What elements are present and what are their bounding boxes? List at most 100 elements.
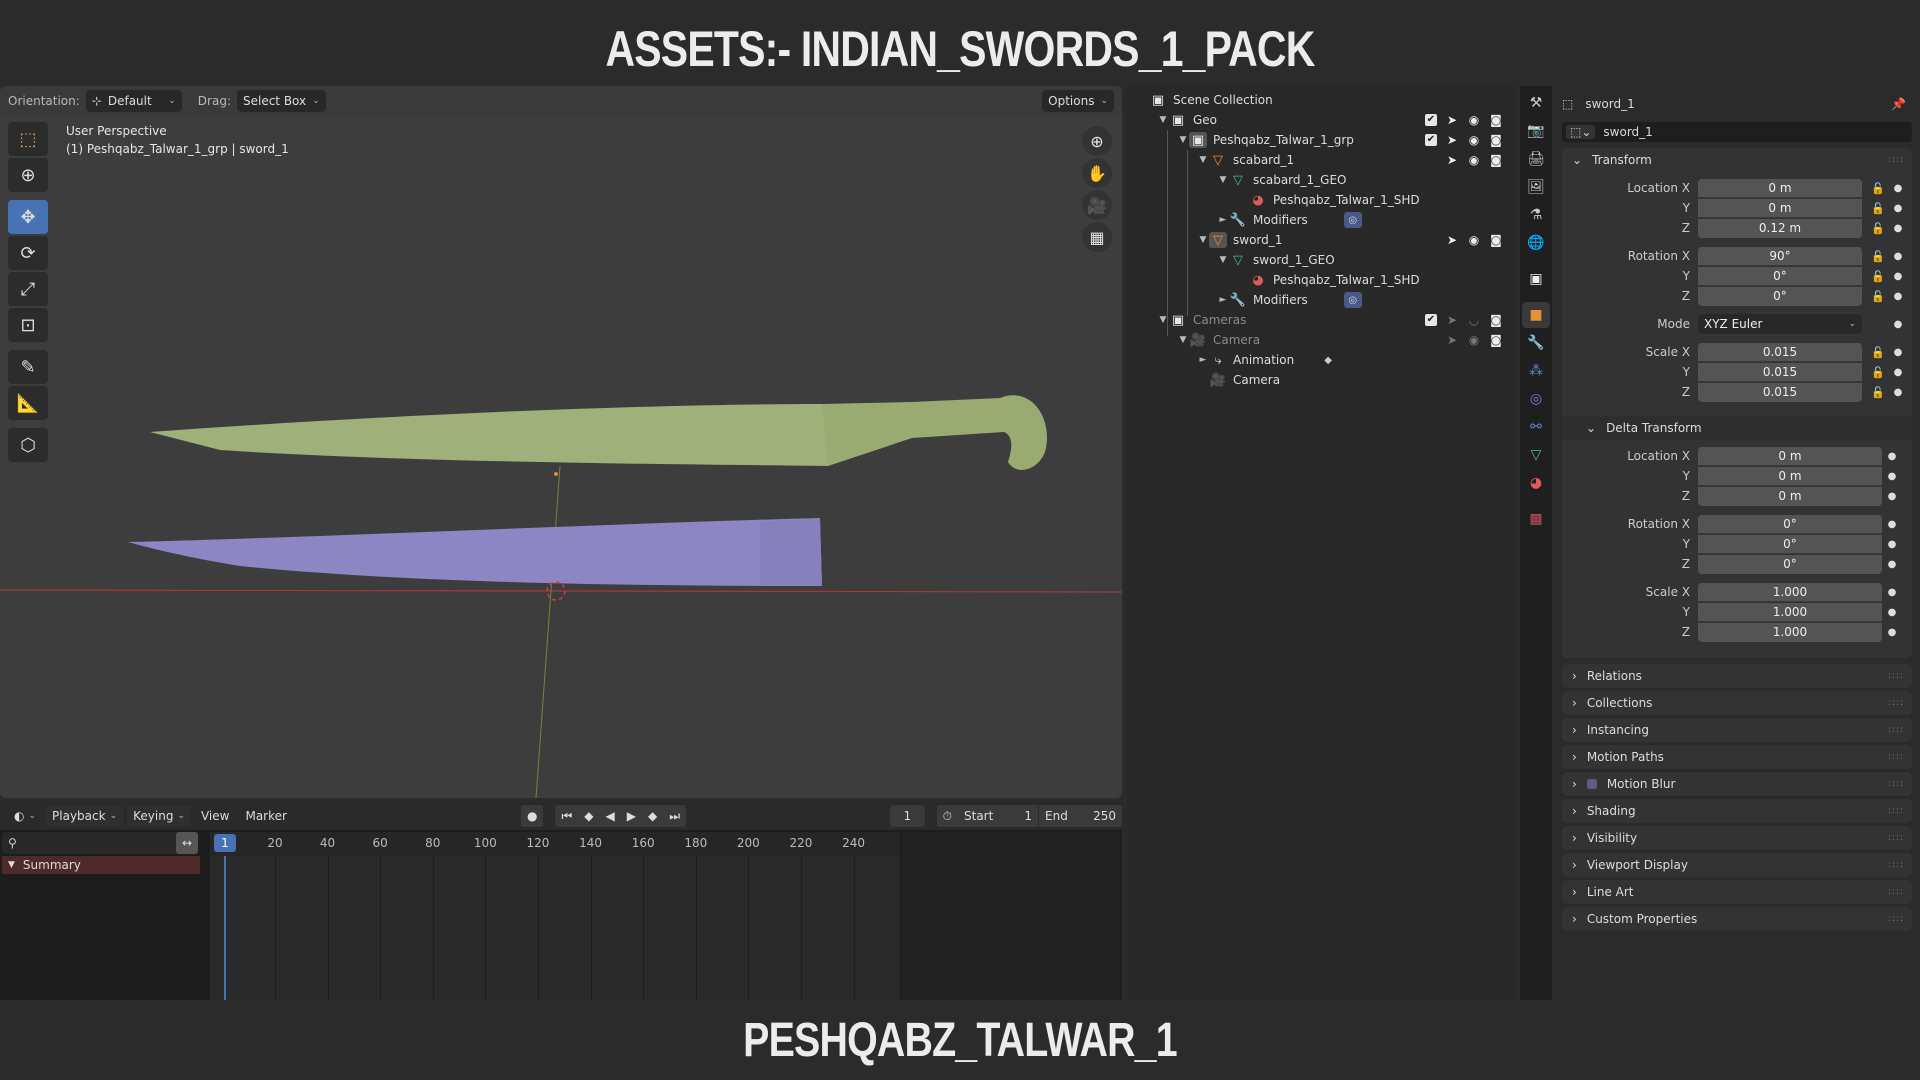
modifier-badge-icon[interactable]: ◎ — [1343, 212, 1362, 228]
properties-tab-output[interactable]: 🖨 — [1522, 146, 1550, 172]
keyframe-dot-icon[interactable]: ● — [1892, 223, 1904, 234]
render-toggle-icon[interactable]: ◙ — [1489, 333, 1503, 347]
render-toggle-icon[interactable]: ◙ — [1489, 133, 1503, 147]
outliner-row[interactable]: ▼ ▣ Peshqabz_Talwar_1_grp ✔ ➤ ◉ ◙ — [1127, 130, 1517, 150]
rotation-mode-dropdown[interactable]: XYZ Euler ⌄ — [1698, 314, 1862, 334]
properties-tab-particles[interactable]: ⁂ — [1522, 358, 1550, 384]
scale-y-field[interactable]: 1.000 — [1698, 602, 1882, 622]
drag-dropdown[interactable]: Select Box ⌄ — [236, 90, 326, 112]
outliner-row[interactable]: 🎥 Camera — [1127, 370, 1517, 390]
object-name-field[interactable]: ⬚⌄ sword_1 — [1562, 122, 1912, 142]
visibility-toggle-icon[interactable]: ◉ — [1467, 153, 1481, 167]
play-reverse-button[interactable]: ◀ — [599, 805, 621, 827]
start-frame-field[interactable]: Start 1 — [958, 805, 1038, 827]
drag-grip-icon[interactable]: :::: — [1888, 779, 1904, 789]
render-toggle-icon[interactable]: ◙ — [1489, 113, 1503, 127]
keyframe-dot-icon[interactable]: ● — [1892, 271, 1904, 282]
rotation-y-field[interactable]: 0° — [1698, 266, 1862, 286]
end-frame-field[interactable]: End 250 — [1038, 805, 1122, 827]
lock-icon[interactable]: 🔓 — [1868, 250, 1888, 263]
select-box-tool[interactable]: ⬚ — [8, 122, 48, 156]
play-button[interactable]: ▶ — [620, 805, 642, 827]
playback-menu[interactable]: Playback ⌄ — [46, 805, 124, 827]
visibility-toggle-icon[interactable]: ◡ — [1467, 313, 1481, 327]
panel-line-art[interactable]: › Line Art:::: — [1562, 880, 1912, 904]
panel-instancing[interactable]: › Instancing:::: — [1562, 718, 1912, 742]
delta-transform-header[interactable]: ⌄ Delta Transform — [1562, 416, 1912, 440]
drag-grip-icon[interactable]: :::: — [1888, 671, 1904, 681]
scale-x-field[interactable]: 1.000 — [1698, 582, 1882, 602]
options-dropdown[interactable]: Options ⌄ — [1042, 90, 1114, 112]
visibility-toggle-icon[interactable]: ◉ — [1467, 233, 1481, 247]
expand-right-icon[interactable]: ► — [1217, 295, 1229, 305]
outliner-row[interactable]: ◕ Peshqabz_Talwar_1_SHD — [1127, 190, 1517, 210]
playhead-frame-label[interactable]: 1 — [214, 834, 236, 852]
channel-search-input[interactable]: ⚲ — [2, 832, 198, 854]
keyframe-dot-icon[interactable]: ● — [1892, 347, 1904, 358]
view-menu[interactable]: View — [195, 805, 235, 827]
playhead-line[interactable] — [224, 856, 226, 1000]
keyframe-dot-icon[interactable]: ● — [1892, 203, 1904, 214]
location-z-field[interactable]: 0 m — [1698, 486, 1882, 506]
editor-type-button[interactable]: ◐ ⌄ — [8, 805, 42, 827]
transform-tool[interactable]: ⊡ — [8, 308, 48, 342]
measure-tool[interactable]: 📐 — [8, 386, 48, 420]
properties-tab-physics[interactable]: ◎ — [1522, 386, 1550, 412]
outliner-row[interactable]: ▼ ▽ scabard_1_GEO — [1127, 170, 1517, 190]
swap-button[interactable]: ↔ — [176, 832, 198, 854]
scale-x-field[interactable]: 0.015 — [1698, 342, 1862, 362]
scale-y-field[interactable]: 0.015 — [1698, 362, 1862, 382]
properties-tab-tool[interactable]: ⚒ — [1522, 90, 1550, 116]
keyframe-dot-icon[interactable]: ● — [1892, 319, 1904, 330]
lock-icon[interactable]: 🔓 — [1868, 202, 1888, 215]
scale-tool[interactable]: ⤢ — [8, 272, 48, 306]
render-toggle-icon[interactable]: ◙ — [1489, 233, 1503, 247]
rotation-z-field[interactable]: 0° — [1698, 554, 1882, 574]
expand-down-icon[interactable]: ▼ — [1157, 115, 1169, 125]
ortho-toggle-button[interactable]: ▦ — [1082, 222, 1112, 252]
keyframe-dot-icon[interactable]: ● — [1892, 183, 1904, 194]
current-frame-field[interactable]: 1 — [890, 805, 925, 827]
location-y-field[interactable]: 0 m — [1698, 466, 1882, 486]
rotation-y-field[interactable]: 0° — [1698, 534, 1882, 554]
properties-tab-constraints[interactable]: ⚯ — [1522, 414, 1550, 440]
prev-keyframe-button[interactable]: ◆ — [578, 805, 600, 827]
selectable-toggle-icon[interactable]: ➤ — [1445, 153, 1459, 167]
panel-visibility[interactable]: › Visibility:::: — [1562, 826, 1912, 850]
panel-motion-blur[interactable]: › Motion Blur:::: — [1562, 772, 1912, 796]
outliner-row[interactable]: ▼ ▣ Cameras ✔ ➤ ◡ ◙ — [1127, 310, 1517, 330]
expand-down-icon[interactable]: ▼ — [1177, 335, 1189, 345]
render-toggle-icon[interactable]: ◙ — [1489, 313, 1503, 327]
properties-tab-data[interactable]: ▽ — [1522, 442, 1550, 468]
properties-tab-render[interactable]: 📷 — [1522, 118, 1550, 144]
lock-icon[interactable]: 🔓 — [1868, 270, 1888, 283]
keyframe-dot-icon[interactable]: ● — [1886, 539, 1898, 550]
panel-viewport-display[interactable]: › Viewport Display:::: — [1562, 853, 1912, 877]
exclude-checkbox-icon[interactable]: ✔ — [1425, 314, 1437, 326]
properties-tab-modifier[interactable]: 🔧 — [1522, 330, 1550, 356]
rotation-x-field[interactable]: 90° — [1698, 246, 1862, 266]
drag-grip-icon[interactable]: :::: — [1888, 725, 1904, 735]
properties-tab-world[interactable]: 🌐 — [1522, 230, 1550, 256]
panel-relations[interactable]: › Relations:::: — [1562, 664, 1912, 688]
keying-menu[interactable]: Keying ⌄ — [127, 805, 191, 827]
visibility-toggle-icon[interactable]: ◉ — [1467, 333, 1481, 347]
render-toggle-icon[interactable]: ◙ — [1489, 153, 1503, 167]
location-x-field[interactable]: 0 m — [1698, 178, 1862, 198]
lock-icon[interactable]: 🔓 — [1868, 182, 1888, 195]
keyframe-dot-icon[interactable]: ● — [1886, 491, 1898, 502]
lock-icon[interactable]: 🔓 — [1868, 366, 1888, 379]
transform-panel-header[interactable]: ⌄ Transform :::: — [1562, 148, 1912, 172]
motion-blur-checkbox[interactable] — [1586, 779, 1597, 789]
pin-icon[interactable]: 📌 — [1891, 97, 1906, 111]
drag-grip-icon[interactable]: :::: — [1888, 860, 1904, 870]
outliner-row[interactable]: ▼ ▽ sword_1_GEO — [1127, 250, 1517, 270]
keyframe-dot-icon[interactable]: ● — [1892, 291, 1904, 302]
expand-down-icon[interactable]: ▼ — [1217, 255, 1229, 265]
outliner-row[interactable]: ► 🔧 Modifiers ◎ — [1127, 210, 1517, 230]
exclude-checkbox-icon[interactable]: ✔ — [1425, 114, 1437, 126]
outliner-row[interactable]: ◕ Peshqabz_Talwar_1_SHD — [1127, 270, 1517, 290]
modifier-badge-icon[interactable]: ◎ — [1343, 292, 1362, 308]
outliner-row[interactable]: ▼ ▽ scabard_1 ➤ ◉ ◙ — [1127, 150, 1517, 170]
frame-ruler[interactable]: 1 20 40 60 80 100 120 140 160 180 200 220 240 — [210, 832, 900, 856]
